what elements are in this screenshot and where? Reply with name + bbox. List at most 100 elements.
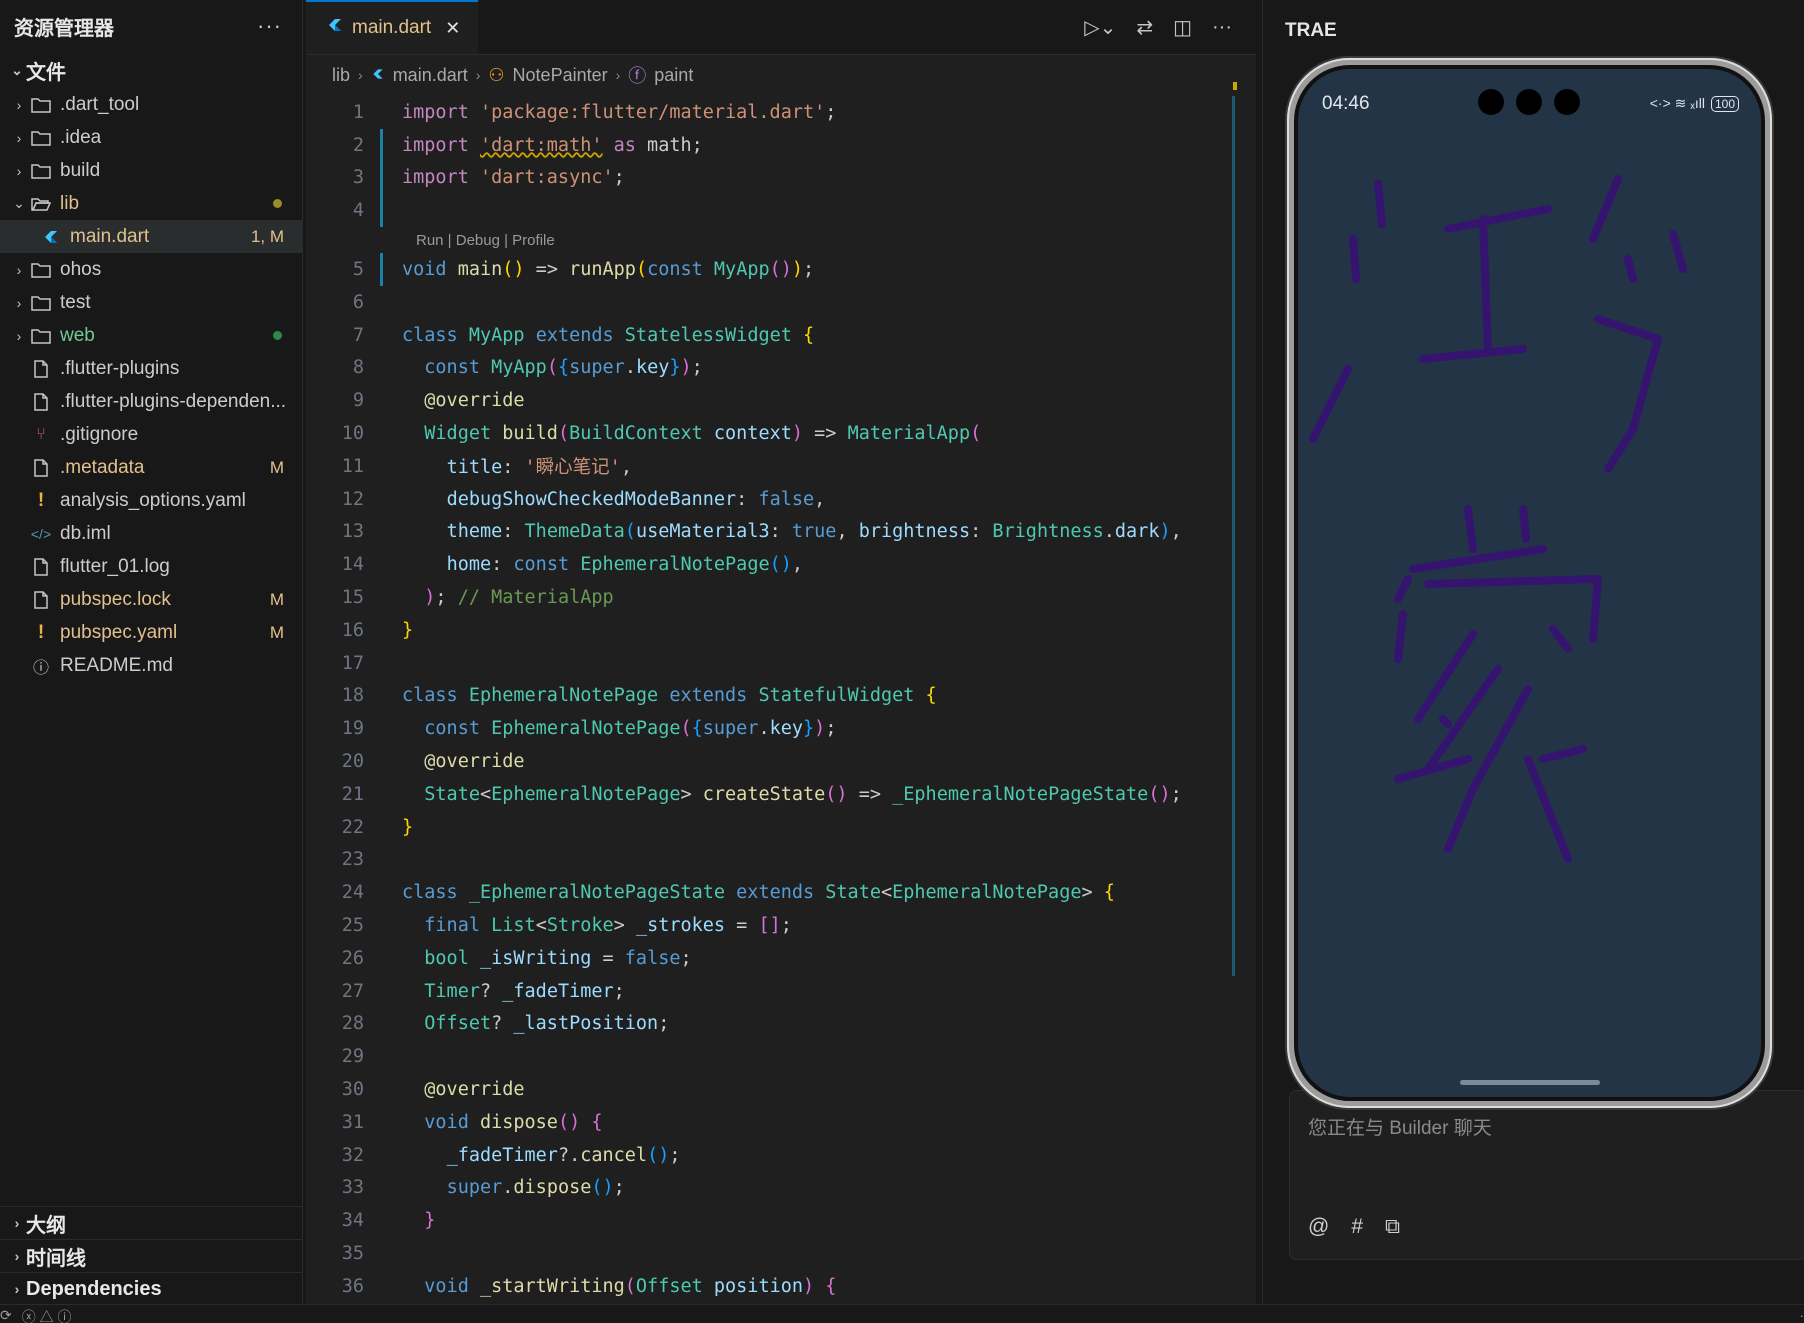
tree-item[interactable]: main.dart 1, M xyxy=(0,220,302,253)
tree-item[interactable]: pubspec.lock M xyxy=(0,583,302,616)
breadcrumb-item[interactable]: lib xyxy=(332,65,350,86)
code-text: import 'dart:math' as math; xyxy=(402,134,703,156)
tree-item[interactable]: › ohos xyxy=(0,253,302,286)
file-icon xyxy=(28,392,54,411)
code-text: @override xyxy=(424,1079,525,1100)
yaml-icon: ! xyxy=(37,621,45,643)
tree-item[interactable]: </> db.iml xyxy=(0,517,302,550)
gutter-marker xyxy=(376,1106,388,1139)
dart-file-icon xyxy=(38,228,64,246)
folder-icon xyxy=(28,97,54,113)
ink-stroke xyxy=(1394,575,1412,603)
yaml-icon: ! xyxy=(37,489,45,511)
code-text: State<EphemeralNotePage> createState() =… xyxy=(424,783,1182,805)
codelens[interactable]: Run | Debug | Profile xyxy=(306,227,1256,253)
code-line: 28 Offset? _lastPosition; xyxy=(306,1008,1256,1041)
chevron-down-icon: ⌄ xyxy=(11,61,23,78)
line-number: 28 xyxy=(341,1013,364,1035)
code-text: Offset? _lastPosition; xyxy=(424,1013,670,1035)
ink-stroke xyxy=(1374,180,1386,228)
line-number: 9 xyxy=(352,390,364,412)
problems-icon[interactable]: ⓧ △ ⓘ xyxy=(22,1307,72,1323)
sync-icon[interactable]: ⟳ xyxy=(0,1307,12,1323)
home-indicator[interactable] xyxy=(1459,1080,1600,1085)
close-icon[interactable]: ✕ xyxy=(445,18,460,39)
file-icon xyxy=(28,458,54,477)
tab-main-dart[interactable]: main.dart ✕ xyxy=(306,0,479,54)
code-line: 4 xyxy=(306,194,1256,227)
cursor-position-icon[interactable]: · xyxy=(1799,1307,1804,1323)
tree-item[interactable]: ⑂ .gitignore xyxy=(0,418,302,451)
tree-item[interactable]: ⌄ lib xyxy=(0,187,302,220)
breadcrumb-item[interactable]: NotePainter xyxy=(513,65,608,86)
tree-item-label: .dart_tool xyxy=(60,93,140,115)
line-number: 14 xyxy=(341,554,364,576)
tree-item[interactable]: ! analysis_options.yaml xyxy=(0,484,302,517)
tree-item[interactable]: .flutter-plugins-dependen... xyxy=(0,385,302,418)
info-icon: ⓘ xyxy=(32,659,49,677)
tree-item-label: .flutter-plugins xyxy=(60,357,180,379)
outline-section[interactable]: › 大纲 xyxy=(0,1206,302,1239)
git-status-badge: M xyxy=(269,589,284,609)
git-icon: ⑂ xyxy=(36,425,46,443)
run-debug-icon[interactable]: ▷⌄ xyxy=(1084,15,1116,40)
tree-item[interactable]: › test xyxy=(0,286,302,319)
tree-item[interactable]: › web xyxy=(0,319,302,352)
ink-stroke xyxy=(1444,205,1552,233)
mention-icon[interactable]: @ xyxy=(1308,1215,1329,1239)
ink-stroke xyxy=(1589,175,1622,243)
folder-icon xyxy=(28,130,54,146)
gutter-marker xyxy=(376,319,388,352)
line-number: 21 xyxy=(341,783,364,805)
gutter-marker xyxy=(376,1040,388,1073)
code-view[interactable]: 1 import 'package:flutter/material.dart';… xyxy=(306,96,1256,1305)
dart-file-icon xyxy=(326,16,344,40)
image-icon[interactable]: ⧉ xyxy=(1385,1215,1400,1239)
tree-item-label: .metadata xyxy=(60,456,145,478)
tree-item[interactable]: ! pubspec.yaml M xyxy=(0,616,302,649)
tree-item[interactable]: flutter_01.log xyxy=(0,550,302,583)
gutter-marker xyxy=(376,516,388,549)
files-section-header[interactable]: ⌄ 文件 xyxy=(0,52,302,88)
overview-ruler[interactable] xyxy=(1232,82,1237,1305)
line-number: 33 xyxy=(341,1177,364,1199)
phone-screen[interactable]: 04:46 <·> ≋ ₓıll 100 xyxy=(1294,65,1765,1101)
handwriting-canvas[interactable] xyxy=(1298,69,1753,1089)
tree-item[interactable]: › .idea xyxy=(0,121,302,154)
tree-item[interactable]: › build xyxy=(0,154,302,187)
sidebar-bottom-sections: › 大纲 › 时间线 › Dependencies xyxy=(0,1206,302,1305)
tree-item[interactable]: › .dart_tool xyxy=(0,88,302,121)
code-text: void _startWriting(Offset position) { xyxy=(424,1275,837,1297)
method-symbol-icon: ⓕ xyxy=(628,66,647,86)
line-number: 19 xyxy=(341,718,364,740)
tree-item-label: .idea xyxy=(60,126,102,148)
tree-item[interactable]: ⓘ README.md xyxy=(0,649,302,682)
breadcrumb-item[interactable]: main.dart xyxy=(393,65,468,86)
dependencies-label: Dependencies xyxy=(26,1277,162,1300)
code-line: 17 xyxy=(306,647,1256,680)
more-actions-icon[interactable]: ··· xyxy=(1212,16,1232,39)
compare-changes-icon[interactable]: ⇄ xyxy=(1136,15,1153,40)
chevron-right-icon: › xyxy=(16,261,22,278)
ink-stroke xyxy=(1479,215,1492,353)
breadcrumb: lib › main.dart › ⚇ NotePainter › ⓕ pain… xyxy=(306,55,1256,95)
chat-input[interactable]: 您正在与 Builder 聊天 @ # ⧉ xyxy=(1289,1090,1804,1260)
more-actions-icon[interactable]: ··· xyxy=(257,13,282,39)
code-line: 5 void main() => runApp(const MyApp()); xyxy=(306,253,1256,286)
dependencies-section[interactable]: › Dependencies xyxy=(0,1272,302,1305)
hashtag-icon[interactable]: # xyxy=(1351,1215,1363,1239)
tree-item[interactable]: .flutter-plugins xyxy=(0,352,302,385)
file-icon xyxy=(28,590,54,609)
tree-item-label: db.iml xyxy=(60,522,111,544)
tree-item[interactable]: .metadata M xyxy=(0,451,302,484)
chevron-down-icon: ⌄ xyxy=(13,195,25,211)
gutter-marker xyxy=(376,128,388,162)
split-editor-icon[interactable]: ◫ xyxy=(1173,15,1192,40)
gutter-marker xyxy=(376,1204,388,1237)
ink-stroke xyxy=(1444,685,1532,853)
status-right: · xyxy=(1799,1307,1804,1323)
timeline-label: 时间线 xyxy=(26,1247,86,1270)
gutter-marker xyxy=(376,1073,388,1106)
breadcrumb-item[interactable]: paint xyxy=(654,65,693,86)
timeline-section[interactable]: › 时间线 xyxy=(0,1239,302,1272)
